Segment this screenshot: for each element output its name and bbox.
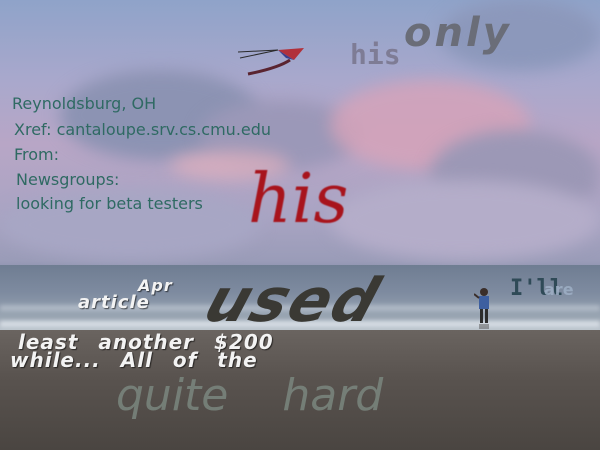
word-quite-hard: quite hard: [116, 370, 384, 421]
word-his-top: his: [350, 38, 401, 71]
word-his-red: his: [248, 160, 349, 239]
word-are: are: [544, 280, 574, 299]
person-figure: [474, 288, 489, 329]
line-while-all-of-the: while... All of the: [10, 348, 258, 372]
word-article: article: [78, 292, 150, 313]
text-line: From:: [14, 145, 60, 164]
text-line: Newsgroups:: [16, 170, 120, 189]
kite-icon: [238, 48, 304, 76]
text-line: looking for beta testers: [16, 194, 203, 213]
word-used: used: [196, 266, 390, 336]
beach-photo-background: Reynoldsburg, OH Xref: cantaloupe.srv.cs…: [0, 0, 600, 450]
cloud: [330, 180, 600, 260]
text-line: Xref: cantaloupe.srv.cs.cmu.edu: [14, 120, 272, 139]
text-line: Reynoldsburg, OH: [12, 94, 157, 113]
word-only: only: [404, 10, 512, 56]
